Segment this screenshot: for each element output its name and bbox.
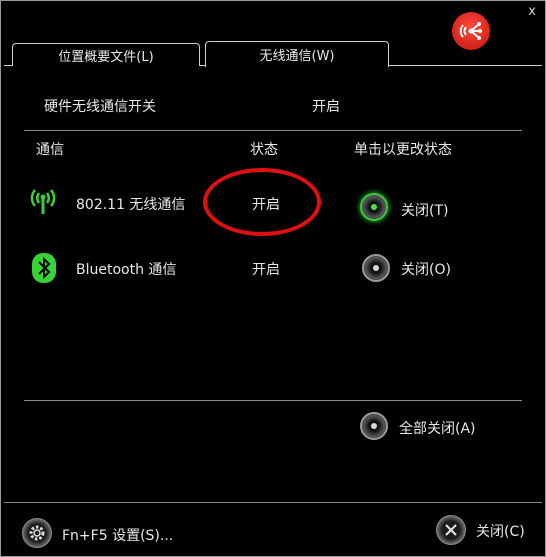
tab-label: 位置概要文件(L) xyxy=(58,49,154,65)
hardware-switch-value: 开启 xyxy=(312,99,340,115)
bluetooth-name: Bluetooth 通信 xyxy=(76,262,177,278)
wifi-toggle-radio[interactable] xyxy=(360,193,388,221)
all-off-radio[interactable] xyxy=(360,412,388,440)
bluetooth-status: 开启 xyxy=(252,262,280,278)
bluetooth-toggle-radio[interactable] xyxy=(362,254,390,282)
header-status: 状态 xyxy=(250,142,278,158)
bluetooth-toggle-label[interactable]: 关闭(O) xyxy=(401,259,451,279)
all-off-label[interactable]: 全部关闭(A) xyxy=(399,418,476,438)
header-action: 单击以更改状态 xyxy=(354,142,452,158)
gear-icon[interactable] xyxy=(22,518,52,548)
settings-button[interactable]: Fn+F5 设置(S)... xyxy=(62,525,173,545)
tab-location-profiles[interactable]: 位置概要文件(L) xyxy=(12,43,200,66)
section-divider xyxy=(24,130,522,131)
header-communication: 通信 xyxy=(36,142,64,158)
footer-divider xyxy=(4,502,542,503)
close-icon[interactable] xyxy=(436,515,466,545)
tab-wireless[interactable]: 无线通信(W) xyxy=(205,41,389,68)
tab-label: 无线通信(W) xyxy=(259,49,335,64)
app-logo-icon xyxy=(452,12,490,50)
bluetooth-icon xyxy=(30,252,58,284)
highlight-ellipse xyxy=(203,168,321,236)
hardware-switch-label: 硬件无线通信开关 xyxy=(44,99,156,115)
wifi-name: 802.11 无线通信 xyxy=(76,197,186,213)
bottom-divider xyxy=(24,400,522,401)
wifi-antenna-icon xyxy=(26,184,60,218)
wifi-toggle-label[interactable]: 关闭(T) xyxy=(401,200,448,220)
window-close-button[interactable]: x xyxy=(528,4,536,19)
close-button[interactable]: 关闭(C) xyxy=(476,521,525,541)
